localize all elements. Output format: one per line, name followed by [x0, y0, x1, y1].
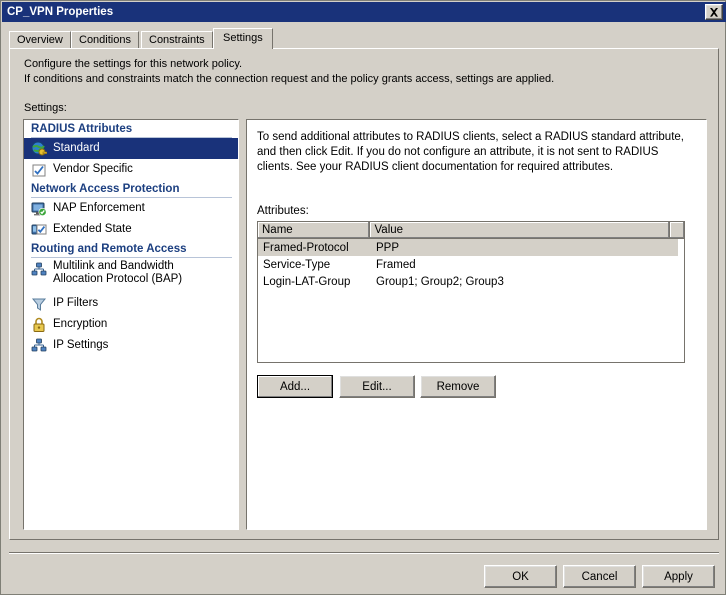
- monitor-green-check-icon: [31, 201, 47, 217]
- attributes-grid-header: Name Value: [258, 222, 684, 239]
- cell-name: Service-Type: [263, 258, 331, 271]
- description-line-1: Configure the settings for this network …: [24, 58, 243, 70]
- settings-tree[interactable]: RADIUS Attributes Standard Vendor Specif…: [23, 119, 239, 530]
- table-row[interactable]: Service-Type Framed: [258, 256, 684, 273]
- network-nodes-icon: [31, 338, 47, 354]
- tree-item-multilink-bap[interactable]: Multilink and Bandwidth Allocation Proto…: [24, 258, 238, 293]
- monitor-blue-check-icon: [31, 222, 47, 238]
- attributes-grid[interactable]: Name Value Framed-Protocol PPP Service-T…: [257, 221, 685, 363]
- footer-separator: [9, 552, 719, 554]
- properties-dialog: CP_VPN Properties Overview Conditions Co…: [0, 0, 726, 595]
- close-button[interactable]: [705, 4, 723, 20]
- tree-item-label-multiline: Multilink and Bandwidth Allocation Proto…: [53, 260, 182, 286]
- cell-name: Login-LAT-Group: [263, 275, 351, 288]
- standard-attributes-panel: To send additional attributes to RADIUS …: [246, 119, 707, 530]
- table-row[interactable]: Framed-Protocol PPP: [258, 239, 678, 256]
- tree-item-label: Extended State: [53, 223, 132, 235]
- tree-item-encryption[interactable]: Encryption: [24, 314, 238, 335]
- add-attribute-button[interactable]: Add...: [257, 375, 333, 398]
- tree-group-header-radius-attributes: RADIUS Attributes: [31, 120, 232, 138]
- tree-item-label: Vendor Specific: [53, 163, 133, 175]
- apply-button[interactable]: Apply: [642, 565, 715, 588]
- tab-constraints[interactable]: Constraints: [141, 31, 213, 49]
- titlebar-button-group: [705, 4, 726, 20]
- cell-value: Group1; Group2; Group3: [376, 275, 504, 288]
- tree-item-label: Encryption: [53, 318, 108, 330]
- network-nodes-icon: [31, 262, 47, 278]
- attributes-label: Attributes:: [257, 205, 309, 217]
- tree-item-label: NAP Enforcement: [53, 202, 145, 214]
- ok-button[interactable]: OK: [484, 565, 557, 588]
- title-bar: CP_VPN Properties: [2, 2, 726, 22]
- tree-item-label-line2: Allocation Protocol (BAP): [53, 273, 183, 285]
- tab-overview[interactable]: Overview: [9, 31, 71, 49]
- cell-value: Framed: [376, 258, 416, 271]
- column-header-spacer: [670, 222, 684, 239]
- padlock-icon: [31, 317, 47, 333]
- table-row[interactable]: Login-LAT-Group Group1; Group2; Group3: [258, 273, 684, 290]
- column-header-value[interactable]: Value: [370, 222, 671, 239]
- tree-group-header-routing-and-remote-access: Routing and Remote Access: [31, 240, 232, 258]
- description-line-2: If conditions and constraints match the …: [24, 73, 555, 85]
- remove-attribute-button[interactable]: Remove: [420, 375, 496, 398]
- cell-value: PPP: [376, 241, 400, 254]
- tab-settings[interactable]: Settings: [213, 28, 273, 49]
- tree-item-vendor-specific[interactable]: Vendor Specific: [24, 159, 238, 180]
- window-title: CP_VPN Properties: [7, 6, 114, 18]
- tree-item-label-line1: Multilink and Bandwidth: [53, 260, 174, 272]
- tree-item-ip-filters[interactable]: IP Filters: [24, 293, 238, 314]
- column-header-name[interactable]: Name: [258, 222, 371, 239]
- tree-item-extended-state[interactable]: Extended State: [24, 219, 238, 240]
- tab-strip: Overview Conditions Constraints Settings: [9, 28, 719, 49]
- settings-panel: Configure the settings for this network …: [9, 48, 719, 540]
- globe-key-icon: [31, 141, 48, 157]
- tree-item-label: IP Settings: [53, 339, 109, 351]
- edit-attribute-button[interactable]: Edit...: [339, 375, 415, 398]
- close-icon: [709, 7, 719, 17]
- cell-name: Framed-Protocol: [263, 241, 349, 254]
- tree-item-nap-enforcement[interactable]: NAP Enforcement: [24, 198, 238, 219]
- tree-item-standard[interactable]: Standard: [24, 138, 238, 159]
- tree-item-label: IP Filters: [53, 297, 99, 309]
- tab-conditions[interactable]: Conditions: [71, 31, 139, 49]
- settings-label: Settings:: [24, 102, 67, 114]
- tree-item-label: Standard: [53, 142, 100, 154]
- panel-instructions: To send additional attributes to RADIUS …: [257, 131, 684, 173]
- tree-item-ip-settings[interactable]: IP Settings: [24, 335, 238, 356]
- vendor-checkbox-icon: [31, 162, 47, 178]
- cancel-button[interactable]: Cancel: [563, 565, 636, 588]
- funnel-icon: [31, 296, 47, 312]
- tree-group-header-network-access-protection: Network Access Protection: [31, 180, 232, 198]
